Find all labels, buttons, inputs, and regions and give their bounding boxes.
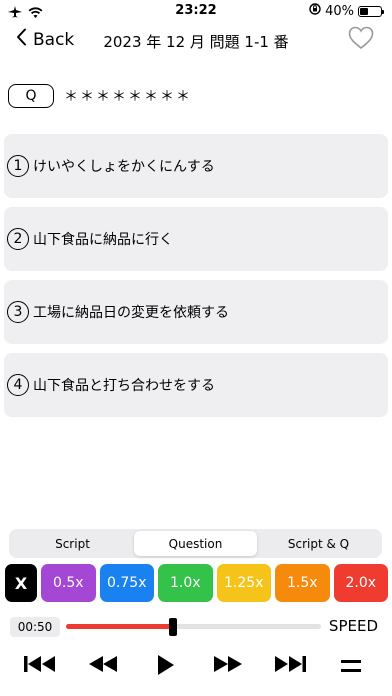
speed-1-25-button[interactable]: 1.25x xyxy=(216,564,271,602)
speed-1-5-button[interactable]: 1.5x xyxy=(275,564,330,602)
option-text: けいやくしょをかくにんする xyxy=(33,159,215,175)
battery-icon xyxy=(358,5,384,17)
speed-0-75-button[interactable]: 0.75x xyxy=(99,564,154,602)
skip-to-end-button[interactable] xyxy=(273,654,307,678)
nav-bar: Back 2023 年 12 月 問題 1-1 番 xyxy=(0,26,392,58)
playback-progress: 00:50 SPEED xyxy=(10,617,384,639)
battery-percent: 40% xyxy=(325,3,354,19)
answer-option-1[interactable]: 1 けいやくしょをかくにんする xyxy=(4,134,388,198)
tab-script[interactable]: Script xyxy=(11,531,134,556)
current-time: 00:50 xyxy=(10,617,60,637)
question-row: Q ＊＊＊＊＊＊＊＊ xyxy=(8,84,192,108)
tab-question[interactable]: Question xyxy=(134,531,257,556)
play-button[interactable] xyxy=(157,654,175,680)
tab-script-and-question[interactable]: Script & Q xyxy=(257,531,380,556)
speed-close-button[interactable]: X xyxy=(5,564,37,602)
option-text: 山下食品に納品に行く xyxy=(33,232,173,248)
orientation-lock-icon xyxy=(309,3,321,19)
menu-icon xyxy=(341,658,361,677)
status-bar: 23:22 40% xyxy=(0,0,392,22)
skip-to-start-button[interactable] xyxy=(23,654,57,678)
option-text: 工場に納品日の変更を依頼する xyxy=(33,305,229,321)
speed-1-0-button[interactable]: 1.0x xyxy=(158,564,213,602)
option-number: 3 xyxy=(7,301,29,323)
speed-label[interactable]: SPEED xyxy=(329,617,378,635)
progress-track[interactable] xyxy=(66,618,321,636)
question-pill[interactable]: Q xyxy=(8,84,54,108)
battery-fill xyxy=(360,7,368,15)
play-icon xyxy=(157,655,175,680)
favorite-button[interactable] xyxy=(348,26,374,54)
answer-options: 1 けいやくしょをかくにんする 2 山下食品に納品に行く 3 工場に納品日の変更… xyxy=(4,134,388,426)
heart-icon xyxy=(348,26,374,54)
speed-2-0-button[interactable]: 2.0x xyxy=(333,564,388,602)
option-number: 2 xyxy=(7,228,29,250)
progress-knob[interactable] xyxy=(169,618,178,636)
playback-controls xyxy=(0,650,392,686)
speed-0-5-button[interactable]: 0.5x xyxy=(41,564,96,602)
rewind-button[interactable] xyxy=(88,654,118,678)
fast-forward-button[interactable] xyxy=(213,654,243,678)
answer-option-4[interactable]: 4 山下食品と打ち合わせをする xyxy=(4,353,388,417)
progress-fill xyxy=(66,624,174,629)
option-number: 4 xyxy=(7,374,29,396)
skip-back-icon xyxy=(23,656,57,678)
answer-option-3[interactable]: 3 工場に納品日の変更を依頼する xyxy=(4,280,388,344)
option-number: 1 xyxy=(7,155,29,177)
question-mask: ＊＊＊＊＊＊＊＊ xyxy=(64,89,192,105)
answer-option-2[interactable]: 2 山下食品に納品に行く xyxy=(4,207,388,271)
skip-forward-icon xyxy=(273,656,307,678)
option-text: 山下食品と打ち合わせをする xyxy=(33,378,215,394)
fast-forward-icon xyxy=(213,656,243,678)
page-title: 2023 年 12 月 問題 1-1 番 xyxy=(103,33,289,51)
display-mode-tabs: Script Question Script & Q xyxy=(9,529,382,558)
speed-buttons: X 0.5x 0.75x 1.0x 1.25x 1.5x 2.0x xyxy=(5,564,388,602)
status-right: 40% xyxy=(309,3,384,19)
menu-button[interactable] xyxy=(341,658,361,677)
rewind-icon xyxy=(88,656,118,678)
